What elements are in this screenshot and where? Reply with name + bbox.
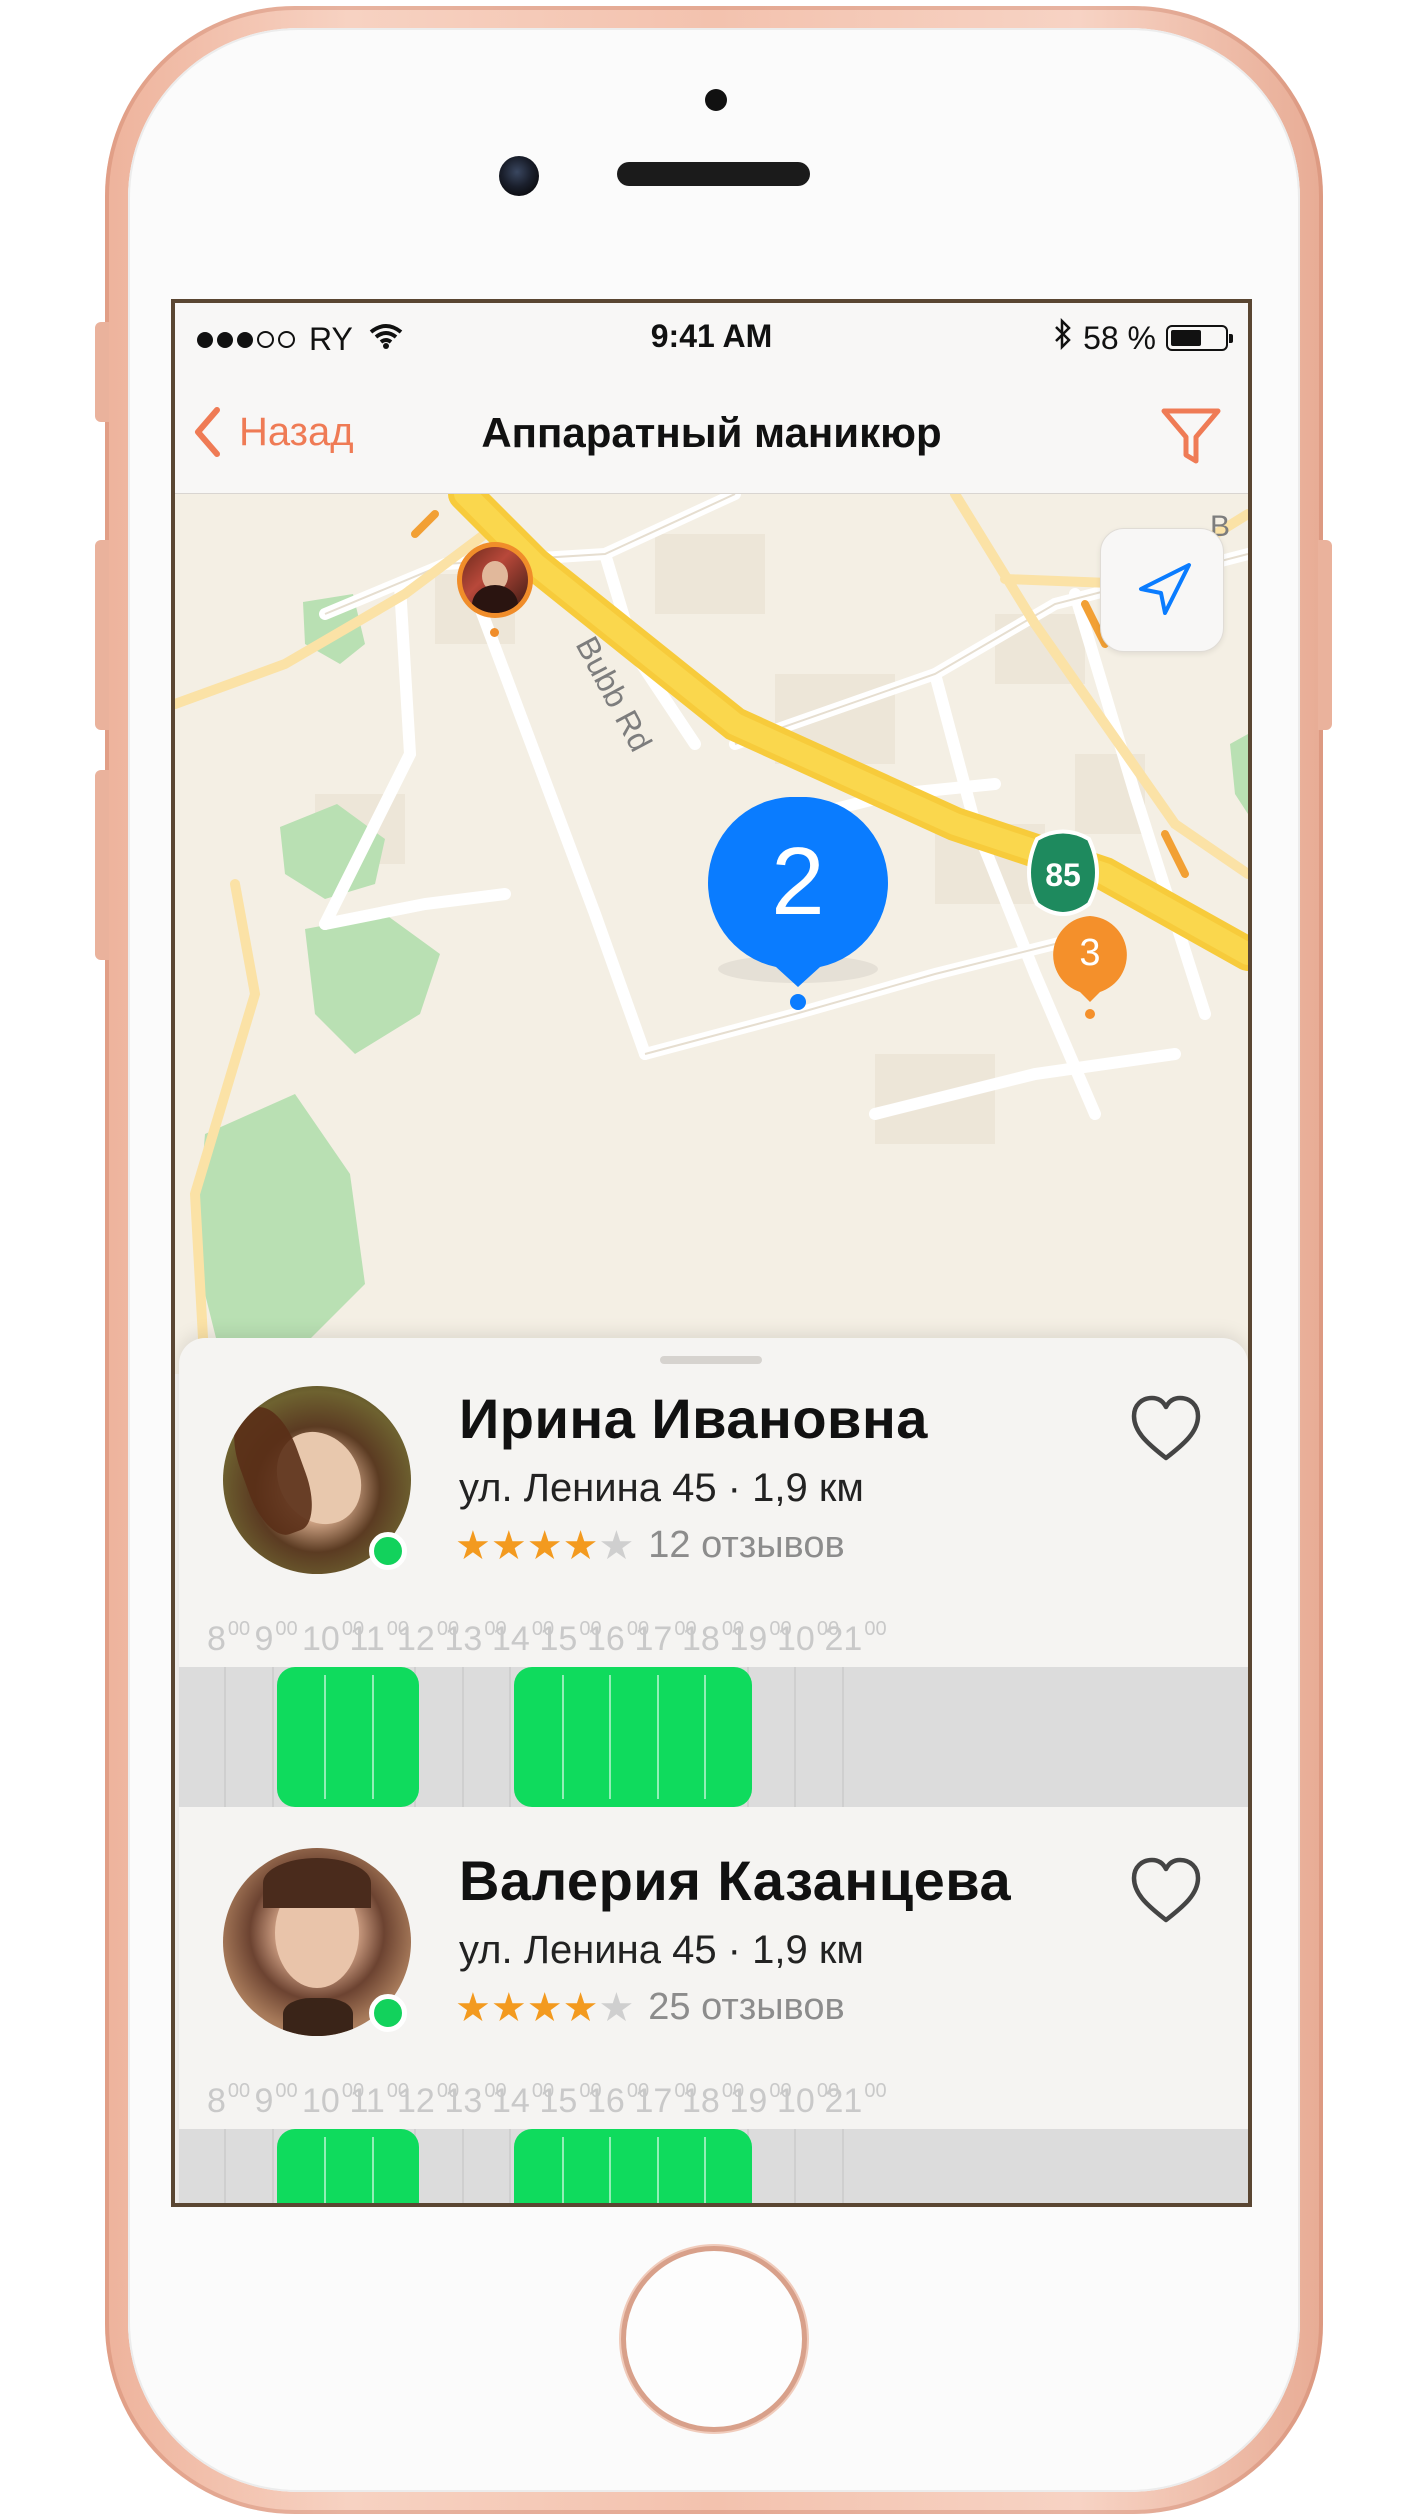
hour-label: 8 00 [207, 2080, 251, 2120]
master-name: Валерия Казанцева [459, 1849, 1012, 1912]
online-indicator [369, 1994, 407, 2032]
star-icon: ★ [455, 1523, 491, 1568]
app-screen: RY 9:41 AM 58 % Назад Аппаратный маникюр [175, 303, 1248, 2203]
hour-tick [794, 1667, 796, 1807]
reviews-count[interactable]: 12 отзывов [648, 1524, 844, 1567]
master-address: ул. Ленина 45 · 1,9 км [459, 1466, 864, 1510]
master-address: ул. Ленина 45 · 1,9 км [459, 1928, 864, 1972]
navigation-bar: Назад Аппаратный маникюр [175, 371, 1248, 494]
schedule-timeline[interactable] [179, 2129, 1248, 2203]
favorite-button[interactable] [1128, 1394, 1204, 1464]
status-bar: RY 9:41 AM 58 % [175, 303, 1248, 371]
star-icon: ★ [490, 1523, 527, 1568]
cluster-count: 2 [771, 828, 825, 935]
locate-me-button[interactable] [1100, 528, 1224, 652]
hour-tick [271, 1667, 274, 1807]
hour-tick [461, 2129, 464, 2203]
hour-tick [841, 2129, 844, 2203]
hour-tick [509, 1667, 511, 1807]
reviews-count[interactable]: 25 отзывов [648, 1986, 844, 2029]
slot-divider [656, 2137, 659, 2203]
slot-divider [324, 2137, 326, 2203]
star-icon: ★ [526, 1985, 563, 2030]
star-icon: ★ [490, 1985, 527, 2030]
heart-icon [1131, 1395, 1201, 1461]
hour-tick [224, 1667, 226, 1807]
hours-scale: 8 00 9 00 10 00 11 00 12 00 13 00 14 00 15 00 16 00 17 00 18… [179, 2080, 1248, 2122]
slot-divider [561, 1675, 564, 1799]
online-indicator [369, 1532, 407, 1570]
slot-divider [324, 1675, 326, 1799]
hour-tick [509, 2129, 511, 2203]
earpiece-speaker [617, 162, 810, 186]
filter-button[interactable] [1156, 401, 1226, 471]
hours-scale: 8 00 9 00 10 00 11 00 12 00 13 00 14 00 15 00 16 00 17 00 18… [179, 1618, 1248, 1660]
home-button[interactable] [621, 2246, 807, 2432]
cluster-pin-orange[interactable]: 3 [1050, 916, 1130, 1021]
power-button [1318, 540, 1332, 730]
hour-tick [841, 1667, 844, 1807]
star-icon: ★ [562, 1523, 599, 1568]
master-name: Ирина Ивановна [459, 1387, 928, 1450]
highway-shield-icon: 85 [1027, 829, 1099, 916]
available-slot[interactable] [514, 2129, 752, 2203]
rating: ★ ★ ★ ★ ★ 25 отзывов [455, 1986, 845, 2029]
battery-percent: 58 % [1083, 319, 1156, 356]
slot-divider [609, 2137, 611, 2203]
proximity-sensor [705, 89, 727, 111]
location-arrow-icon [1139, 563, 1191, 615]
slot-divider [704, 1675, 706, 1799]
hour-tick [461, 1667, 464, 1807]
slot-divider [656, 1675, 659, 1799]
hour-label: 9 00 [254, 1618, 298, 1658]
master-card[interactable]: Ирина Ивановна ул. Ленина 45 · 1,9 км ★ … [179, 1338, 1248, 1808]
favorite-button[interactable] [1128, 1856, 1204, 1926]
available-slot[interactable] [276, 1667, 419, 1807]
slot-divider [704, 2137, 706, 2203]
slot-divider [561, 2137, 564, 2203]
master-pin[interactable] [457, 542, 537, 642]
bluetooth-icon [1053, 317, 1073, 358]
slot-divider [371, 1675, 374, 1799]
masters-sheet[interactable]: Ирина Ивановна ул. Ленина 45 · 1,9 км ★ … [179, 1338, 1248, 2203]
star-icon: ★ [598, 1523, 635, 1568]
map-view[interactable]: Bubb Rd B 85 2 3 [175, 494, 1248, 1374]
front-camera [499, 156, 539, 196]
battery-icon [1166, 325, 1233, 351]
star-icon: ★ [455, 1985, 491, 2030]
star-icon: ★ [526, 1523, 563, 1568]
filter-icon [1161, 408, 1221, 464]
hour-label: 21 00 [824, 1618, 887, 1658]
highway-number: 85 [1045, 857, 1081, 893]
cluster-count: 3 [1079, 932, 1101, 974]
star-icon: ★ [562, 1985, 599, 2030]
slot-divider [371, 2137, 374, 2203]
right-status: 58 % [1053, 317, 1233, 358]
available-slot[interactable] [276, 2129, 419, 2203]
cluster-pin-blue[interactable]: 2 [708, 796, 888, 1027]
star-icon: ★ [598, 1985, 635, 2030]
hour-tick [224, 2129, 226, 2203]
available-slot[interactable] [514, 1667, 752, 1807]
mute-switch [95, 322, 109, 422]
volume-down-button [95, 770, 109, 960]
rating: ★ ★ ★ ★ ★ 12 отзывов [455, 1524, 845, 1567]
hour-tick [794, 2129, 796, 2203]
hour-label: 21 00 [824, 2080, 887, 2120]
hour-tick [271, 2129, 274, 2203]
schedule-timeline[interactable] [179, 1667, 1248, 1807]
master-pin-avatar [462, 547, 528, 613]
master-card[interactable]: Валерия Казанцева ул. Ленина 45 · 1,9 км… [179, 1800, 1248, 2203]
hour-label: 9 00 [254, 2080, 298, 2120]
page-title: Аппаратный маникюр [481, 409, 942, 456]
slot-divider [609, 1675, 611, 1799]
volume-up-button [95, 540, 109, 730]
hour-label: 8 00 [207, 1618, 251, 1658]
heart-icon [1131, 1857, 1201, 1923]
